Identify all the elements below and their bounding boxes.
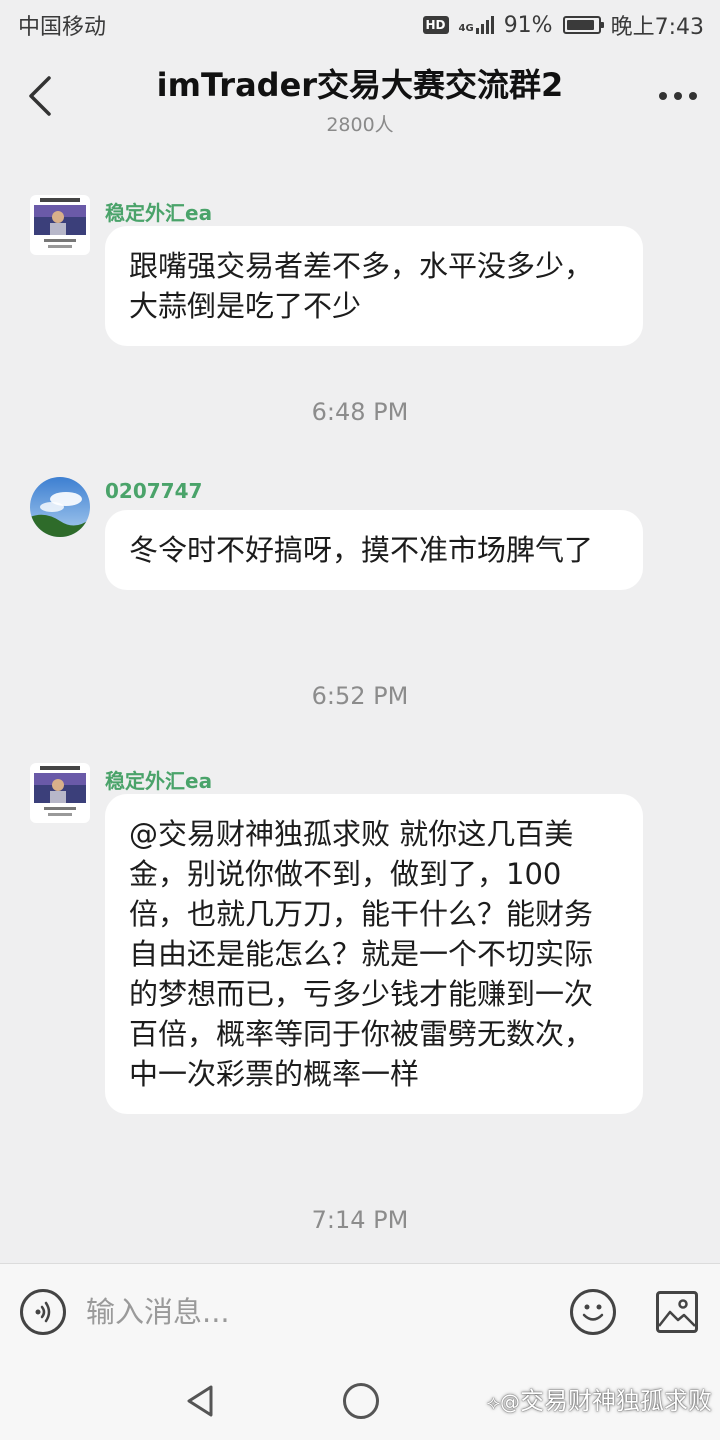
battery-percent: 91% <box>503 12 553 38</box>
message-input[interactable] <box>86 1289 526 1335</box>
avatar[interactable] <box>30 763 90 823</box>
sender-name: 稳定外汇ea <box>105 201 213 225</box>
chat-header: imTrader交易大赛交流群2 2800人 <box>0 50 720 150</box>
image-button[interactable] <box>656 1291 698 1333</box>
watermark: ⟡@交易财神独孤求败 <box>487 1381 712 1416</box>
timestamp: 6:48 PM <box>311 398 409 426</box>
hd-icon: HD <box>422 16 449 34</box>
avatar[interactable] <box>30 195 90 255</box>
carrier-label: 中国移动 <box>18 15 107 40</box>
timestamp: 7:14 PM <box>311 1206 409 1234</box>
timestamp: 6:52 PM <box>311 682 409 710</box>
watermark-text: 交易财神独孤求败 <box>520 1387 712 1415</box>
message-bubble[interactable]: 跟嘴强交易者差不多，水平没多少，大蒜倒是吃了不少 <box>105 226 643 346</box>
clock: 晚上7:43 <box>610 15 704 40</box>
system-nav-bar: ⟡@交易财神独孤求败 <box>0 1363 720 1440</box>
voice-button[interactable] <box>20 1289 66 1335</box>
status-indicators: HD 4G 91% 晚上7:43 <box>422 9 704 41</box>
battery-icon <box>562 16 604 34</box>
member-count: 2800人 <box>326 114 394 136</box>
group-title: imTrader交易大赛交流群2 <box>156 66 564 104</box>
input-bar <box>0 1263 720 1363</box>
nav-back-button[interactable] <box>183 1383 219 1419</box>
voice-icon <box>35 1301 51 1323</box>
nav-home-icon[interactable] <box>343 1383 379 1419</box>
signal-icon: 4G <box>459 16 494 34</box>
nav-back-icon <box>187 1385 213 1417</box>
more-options-button[interactable] <box>652 76 704 116</box>
avatar[interactable] <box>30 477 90 537</box>
status-bar: 中国移动 HD 4G 91% 晚上7:43 <box>0 0 720 50</box>
image-icon <box>659 1299 695 1327</box>
emoji-button[interactable] <box>570 1289 616 1335</box>
more-dots-icon <box>659 92 667 100</box>
sender-name: 稳定外汇ea <box>105 769 213 793</box>
sender-name: 0207747 <box>105 479 203 503</box>
message-bubble[interactable]: @交易财神独孤求败 就你这几百美金，别说你做不到，做到了，100倍，也就几万刀，… <box>105 794 643 1114</box>
watermark-icon: ⟡@ <box>486 1390 520 1414</box>
emoji-icon <box>582 1304 604 1321</box>
message-bubble[interactable]: 冬令时不好搞呀，摸不准市场脾气了 <box>105 510 643 590</box>
